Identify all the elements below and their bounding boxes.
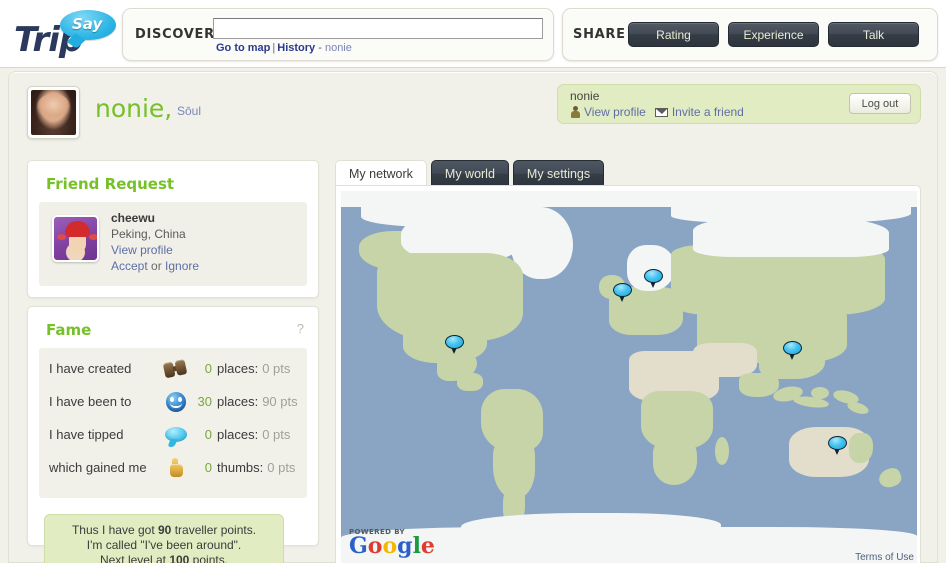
accept-link[interactable]: Accept	[111, 259, 148, 273]
speech-bubble-icon	[161, 424, 191, 446]
marker-head	[445, 335, 464, 349]
summary-line-2: I'm called "I've been around".	[86, 538, 242, 552]
friend-view-profile-link[interactable]: View profile	[111, 243, 173, 257]
marker-head	[644, 269, 663, 283]
user-session-box: nonie View profile Invite a friend Log ou…	[557, 84, 921, 124]
session-username: nonie	[570, 89, 600, 103]
fame-unit: places:	[217, 394, 259, 409]
tab-bar: My network My world My settings	[335, 160, 605, 186]
fame-unit: thumbs:	[217, 460, 264, 475]
marker-scandinavia[interactable]	[644, 269, 663, 288]
share-label: SHARE	[573, 27, 626, 42]
history-username[interactable]: nonie	[325, 42, 352, 54]
top-bar: Trip Say DISCOVER Go to map | History - no…	[0, 0, 946, 68]
search-input[interactable]	[213, 18, 543, 39]
marker-usa-west[interactable]	[445, 335, 464, 354]
marker-head	[783, 341, 802, 355]
fame-rows: I have created 0 places: 0 pts I have be…	[39, 348, 307, 498]
fame-label: I have created	[49, 361, 132, 376]
avatar-eye-right	[89, 234, 97, 240]
thumbs-up-icon	[161, 457, 191, 479]
fame-count: 0	[204, 460, 212, 475]
friend-request-item: cheewu Peking, China View profile Accept…	[39, 202, 307, 286]
experience-button[interactable]: Experience	[728, 22, 819, 47]
avatar[interactable]	[27, 86, 80, 139]
app-root: Trip Say DISCOVER Go to map | History - no…	[0, 0, 946, 569]
talk-button[interactable]: Talk	[828, 22, 919, 47]
marker-china[interactable]	[783, 341, 802, 360]
logout-button[interactable]: Log out	[849, 93, 911, 114]
accept-or-separator: or	[147, 259, 166, 273]
share-buttons: Rating Experience Talk	[628, 22, 919, 47]
discover-label: DISCOVER	[135, 27, 215, 42]
marker-uk[interactable]	[613, 283, 632, 302]
friend-name: cheewu	[111, 211, 156, 225]
tripsay-logo[interactable]: Trip Say	[8, 6, 116, 62]
marker-head	[828, 436, 847, 450]
fame-points: 0 pts	[262, 361, 291, 376]
profile-city: Sōul	[177, 104, 202, 118]
friend-avatar[interactable]	[52, 215, 99, 262]
history-link[interactable]: History	[277, 42, 315, 54]
terms-of-use-link[interactable]: Terms of Use	[855, 552, 914, 563]
view-profile-link[interactable]: View profile	[584, 105, 646, 119]
traveller-points-value: 90	[158, 523, 172, 537]
marker-head	[613, 283, 632, 297]
fame-row-been-to: I have been to 30 places: 90 pts	[39, 385, 307, 418]
smiley-face-icon	[161, 391, 191, 413]
fame-points: 0 pts	[262, 427, 291, 442]
fame-help-icon[interactable]: ?	[297, 321, 304, 336]
world-map[interactable]: POWERED BY Google Terms of Use	[341, 191, 917, 565]
friend-request-title: Friend Request	[46, 175, 175, 193]
tab-my-world[interactable]: My world	[430, 160, 509, 186]
share-panel: SHARE Rating Experience Talk	[562, 8, 938, 61]
fame-points: 0 pts	[267, 460, 296, 475]
session-links: View profile Invite a friend	[570, 105, 744, 119]
fame-summary-box: Thus I have got 90 traveller points. I'm…	[44, 514, 284, 569]
fame-label: which gained me	[49, 460, 147, 475]
fame-card: Fame ? I have created 0 places: 0 pts I …	[27, 306, 319, 546]
tab-my-network[interactable]: My network	[335, 160, 427, 186]
friend-location: Peking, China	[111, 227, 186, 241]
mail-icon	[654, 108, 668, 117]
fame-points: 90 pts	[262, 394, 298, 409]
page-title: nonie,	[95, 94, 173, 123]
fame-count: 0	[204, 427, 212, 442]
binoculars-icon	[161, 358, 191, 380]
fame-label: I have been to	[49, 394, 132, 409]
history-dash: -	[318, 42, 322, 54]
fame-label: I have tipped	[49, 427, 124, 442]
summary-line-1: Thus I have got 90 traveller points.	[71, 523, 257, 537]
fame-count: 0	[204, 361, 212, 376]
page-container: nonie, Sōul nonie View profile Invite a f…	[8, 71, 938, 565]
discover-links: Go to map | History - nonie	[216, 42, 352, 54]
rating-button[interactable]: Rating	[628, 22, 719, 47]
marker-australia[interactable]	[828, 436, 847, 455]
tab-my-settings[interactable]: My settings	[512, 160, 605, 186]
person-icon	[570, 106, 581, 118]
avatar-hair	[65, 221, 90, 237]
go-to-map-link[interactable]: Go to map	[216, 42, 270, 54]
map-panel: POWERED BY Google Terms of Use	[335, 185, 921, 565]
ignore-link[interactable]: Ignore	[165, 259, 199, 273]
fame-row-created: I have created 0 places: 0 pts	[39, 352, 307, 385]
fame-count: 30	[197, 394, 212, 409]
fame-row-tipped: I have tipped 0 places: 0 pts	[39, 418, 307, 451]
friend-request-card: Friend Request cheewu Peking, China View…	[27, 160, 319, 298]
fame-title: Fame	[46, 321, 92, 339]
page-bottom-edge	[0, 563, 946, 569]
invite-friend-link[interactable]: Invite a friend	[672, 105, 744, 119]
fame-unit: places:	[217, 427, 259, 442]
friend-request-actions: Accept or Ignore	[111, 259, 199, 273]
fame-unit: places:	[217, 361, 259, 376]
discover-panel: DISCOVER Go to map | History - nonie	[122, 8, 554, 61]
logo-bubble-text: Say	[72, 15, 103, 33]
avatar-image	[31, 90, 76, 135]
fame-row-thumbs: which gained me 0 thumbs: 0 pts	[39, 451, 307, 484]
